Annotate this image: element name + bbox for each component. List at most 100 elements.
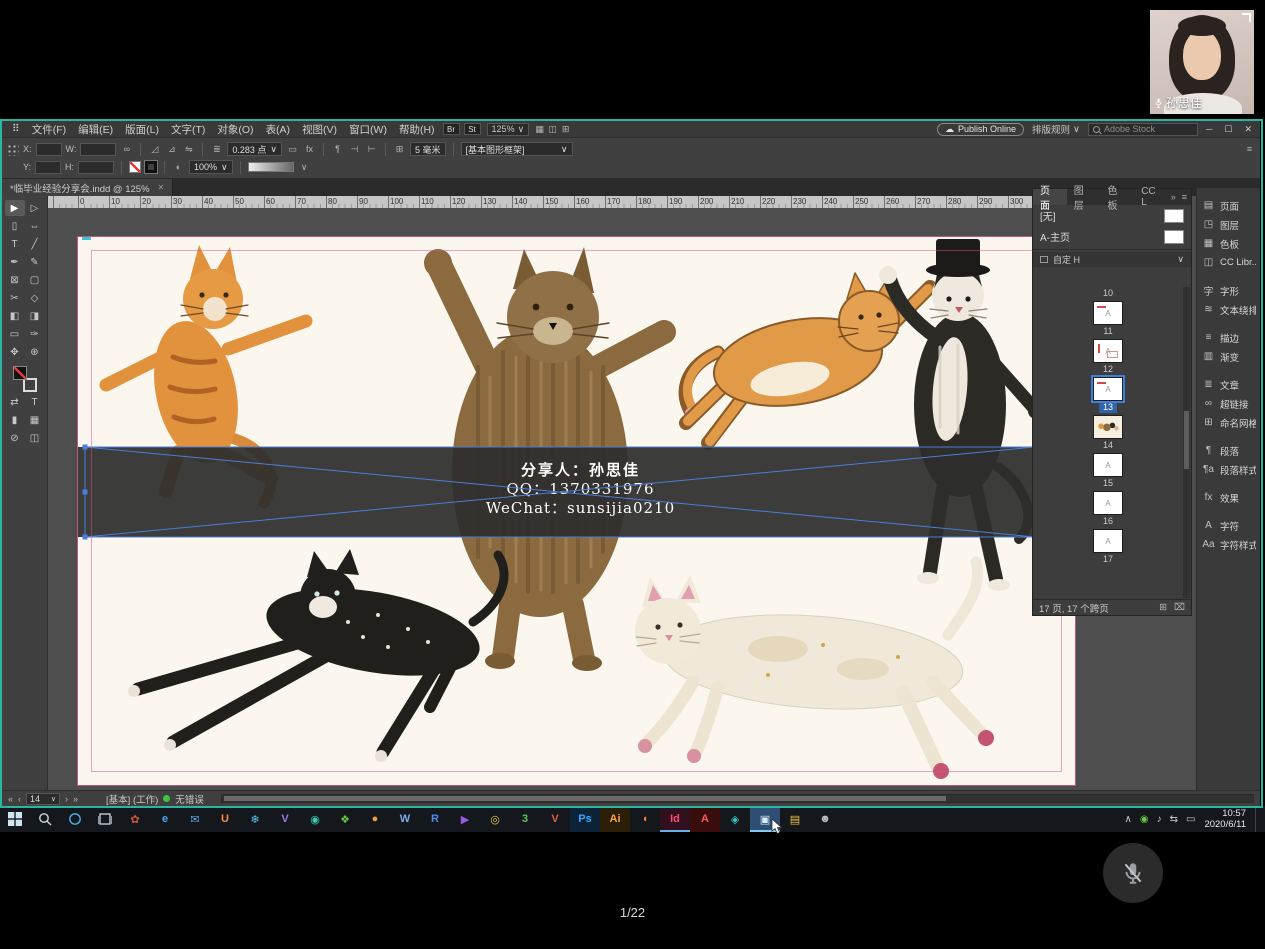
x-input[interactable]	[36, 143, 62, 156]
scissors-tool[interactable]: ✂	[5, 290, 25, 306]
taskbar-app-r[interactable]: R	[420, 806, 450, 832]
constrain-link-icon[interactable]: ∞	[120, 144, 133, 154]
taskbar-clock[interactable]: 10:57 2020/6/11	[1204, 808, 1246, 830]
first-page-button[interactable]: «	[8, 794, 13, 804]
composition-rules-select[interactable]: 排版规则 ∨	[1032, 122, 1080, 136]
menu-item[interactable]: 文件(F)	[26, 122, 72, 137]
menu-item[interactable]: 视图(V)	[296, 122, 343, 137]
page-thumbnail-16[interactable]: A	[1093, 491, 1123, 515]
chevron-down-icon[interactable]: ∨	[298, 162, 311, 173]
tray-volume-icon[interactable]: ♪	[1157, 814, 1162, 825]
formatting-affects-text-icon[interactable]: T	[25, 394, 45, 410]
line-tool[interactable]: ╱	[25, 236, 45, 252]
dock-item-段落[interactable]: ¶段落	[1197, 441, 1260, 460]
reference-point-grid[interactable]	[6, 143, 19, 156]
type-tool[interactable]: T	[5, 236, 25, 252]
taskbar-app-green[interactable]: ❖	[330, 806, 360, 832]
taskbar-photoshop[interactable]: Ps	[570, 806, 600, 832]
shear-icon[interactable]: ⊿	[165, 144, 178, 155]
page-number-label[interactable]: 12	[1099, 363, 1117, 375]
selection-tool[interactable]: ▶	[5, 200, 25, 216]
pencil-tool[interactable]: ✎	[25, 254, 45, 270]
document-tab[interactable]: *临毕业经验分享会.indd @ 125% ✕	[2, 179, 173, 196]
screen-mode-menu-icon[interactable]: ◫	[546, 124, 559, 135]
apply-none-icon[interactable]: ⊘	[5, 430, 25, 446]
taskbar-edge[interactable]: e	[150, 806, 180, 832]
apply-gradient-icon[interactable]: ▦	[25, 412, 45, 428]
taskbar-screen-share-app[interactable]: ▣	[750, 806, 780, 832]
dock-item-字形[interactable]: 字字形	[1197, 281, 1260, 300]
expand-video-icon[interactable]	[1242, 13, 1251, 22]
dock-item-CC Libr...[interactable]: ◫CC Libr...	[1197, 253, 1260, 272]
stroke-color-swatch[interactable]	[145, 161, 157, 173]
menu-item[interactable]: 编辑(E)	[72, 122, 119, 137]
effects-icon[interactable]: fx	[303, 144, 316, 154]
page-size-preset[interactable]: 自定 H ∨	[1033, 252, 1191, 267]
rotate-icon[interactable]: ◿	[148, 144, 161, 155]
page-tool[interactable]: ▯	[5, 218, 25, 234]
taskbar-app-orange-ball[interactable]: ●	[360, 806, 390, 832]
delete-page-icon[interactable]: ⌧	[1174, 602, 1185, 613]
taskbar-mail[interactable]: ✉	[180, 806, 210, 832]
direct-selection-tool[interactable]: ▷	[25, 200, 45, 216]
page-thumbnail-15[interactable]: A	[1093, 453, 1123, 477]
spread-page[interactable]: 分享人：孙思佳 QQ：1370331976 WeChat：sunsijia021…	[78, 237, 1075, 785]
page-number-label[interactable]: 17	[1099, 553, 1117, 565]
stroke-style-icon[interactable]: ▭	[286, 144, 299, 155]
taskbar-app-teal-doc[interactable]: ◈	[720, 806, 750, 832]
pages-scrollbar[interactable]	[1183, 287, 1190, 598]
opacity-select[interactable]: 100% ∨	[189, 160, 233, 174]
taskbar-acrobat[interactable]: A	[690, 806, 720, 832]
dock-item-渐变[interactable]: ▥渐变	[1197, 347, 1260, 366]
zoom-tool[interactable]: ⊕	[25, 344, 45, 360]
swap-fill-stroke-icon[interactable]: ⇄	[5, 394, 25, 410]
horizontal-scrollbar[interactable]	[221, 794, 1254, 803]
page-number-label[interactable]: 14	[1099, 439, 1117, 451]
bridge-button[interactable]: Br	[443, 123, 460, 135]
tray-network-icon[interactable]: ⇆	[1170, 814, 1178, 825]
panel-menu-icon[interactable]: ≡	[1243, 144, 1256, 154]
start-button[interactable]	[0, 806, 30, 832]
dock-item-文章[interactable]: ≣文章	[1197, 375, 1260, 394]
preflight-profile[interactable]: [基本] (工作)	[106, 792, 158, 806]
taskbar-chrome[interactable]: ◎	[480, 806, 510, 832]
gradient-swatch-tool[interactable]: ◧	[5, 308, 25, 324]
rectangle-tool[interactable]: ▢	[25, 272, 45, 288]
new-page-icon[interactable]: ⊞	[1159, 602, 1167, 613]
taskbar-search-button[interactable]	[30, 806, 60, 832]
info-band[interactable]: 分享人：孙思佳 QQ：1370331976 WeChat：sunsijia021…	[78, 447, 1035, 537]
taskbar-app-v[interactable]: V	[270, 806, 300, 832]
taskbar-word[interactable]: W	[390, 806, 420, 832]
dock-item-段落样式[interactable]: ¶a段落样式	[1197, 460, 1260, 479]
next-page-button[interactable]: ›	[65, 794, 68, 804]
zoom-level-select[interactable]: 125% ∨	[487, 123, 530, 136]
panel-tab-CC L[interactable]: CC L	[1134, 189, 1171, 205]
align-left-icon[interactable]: ⊣	[348, 144, 361, 155]
hand-tool[interactable]: ✥	[5, 344, 25, 360]
taskbar-app-red-v[interactable]: V	[540, 806, 570, 832]
taskbar-app-music[interactable]: ✿	[120, 806, 150, 832]
chevron-up-icon[interactable]: ∧	[1125, 814, 1132, 825]
tray-notify-icon[interactable]: ▭	[1186, 814, 1195, 825]
current-page-select[interactable]: 14 ∨	[26, 793, 60, 805]
publish-online-button[interactable]: ☁ Publish Online	[937, 123, 1024, 136]
panel-tab-图层[interactable]: 图层	[1067, 189, 1101, 205]
taskbar-video-app[interactable]: ▶	[450, 806, 480, 832]
taskbar-firefox[interactable]: ◖	[630, 806, 660, 832]
task-view-button[interactable]	[90, 806, 120, 832]
gap-tool[interactable]: ⇔	[25, 218, 45, 234]
page-thumbnail-12[interactable]: A	[1093, 339, 1123, 363]
show-desktop-button[interactable]	[1255, 806, 1259, 832]
preflight-errors-text[interactable]: 无错误	[175, 792, 204, 806]
horizontal-ruler[interactable]: 0102030405060708090100110120130140150160…	[48, 196, 1034, 208]
text-wrap-icon[interactable]: ¶	[331, 144, 344, 154]
gradient-preview[interactable]	[248, 162, 294, 172]
align-right-icon[interactable]: ⊢	[365, 144, 378, 155]
fill-stroke-swatches[interactable]	[11, 366, 39, 392]
pages-list[interactable]: 10 A11A12A1314A15A16A17	[1033, 287, 1183, 598]
dock-item-命名网格[interactable]: ⊞命名网格	[1197, 413, 1260, 432]
panel-tab-色板[interactable]: 色板	[1100, 189, 1134, 205]
page-number-label[interactable]: 13	[1099, 401, 1117, 413]
dock-item-文本绕排[interactable]: ≋文本绕排	[1197, 300, 1260, 319]
taskbar-illustrator[interactable]: Ai	[600, 806, 630, 832]
